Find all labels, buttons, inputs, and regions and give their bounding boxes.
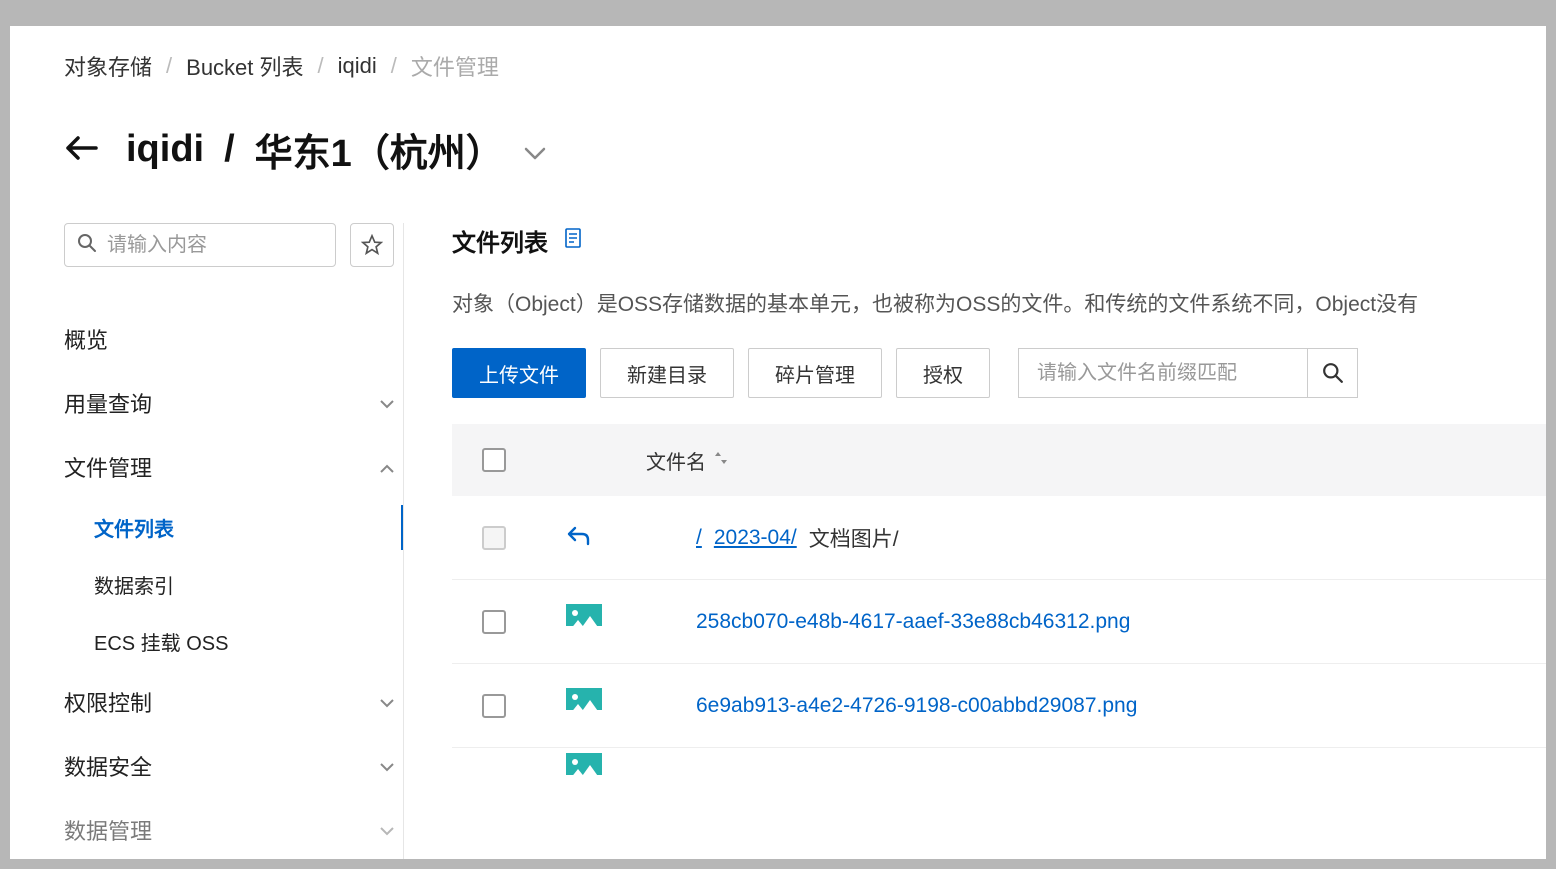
auth-button[interactable]: 授权 bbox=[896, 348, 990, 398]
breadcrumb-item[interactable]: Bucket 列表 bbox=[186, 50, 303, 82]
file-link[interactable]: 258cb070-e48b-4617-aaef-33e88cb46312.png bbox=[696, 610, 1130, 634]
sidebar-item-label: 文件列表 bbox=[94, 513, 174, 542]
breadcrumb-separator: / bbox=[166, 53, 172, 79]
column-filename[interactable]: 文件名 bbox=[646, 446, 728, 475]
page-title-row: iqidi / 华东1（杭州） bbox=[64, 122, 1546, 177]
title-bucket: iqidi bbox=[126, 128, 204, 171]
sidebar: 概览 用量查询 文件管理 文件列表 数据索引 bbox=[64, 223, 404, 859]
chevron-down-icon bbox=[380, 692, 394, 713]
sidebar-item-ecsmount[interactable]: ECS 挂载 OSS bbox=[94, 613, 394, 670]
file-link[interactable]: 6e9ab913-a4e2-4726-9198-c00abbd29087.png bbox=[696, 694, 1137, 718]
row-checkbox[interactable] bbox=[482, 694, 506, 718]
sort-icon bbox=[714, 450, 728, 471]
image-file-icon bbox=[566, 688, 602, 724]
sidebar-item-label: 文件管理 bbox=[64, 451, 152, 483]
table-row bbox=[452, 748, 1546, 788]
select-all-checkbox[interactable] bbox=[482, 448, 506, 472]
favorite-button[interactable] bbox=[350, 223, 394, 267]
chevron-up-icon bbox=[380, 457, 394, 478]
row-checkbox[interactable] bbox=[482, 610, 506, 634]
search-button[interactable] bbox=[1308, 348, 1358, 398]
path-parent-link[interactable]: 2023-04/ bbox=[714, 526, 797, 550]
sidebar-item-label: 数据索引 bbox=[94, 570, 174, 599]
sidebar-item-filemgmt[interactable]: 文件管理 bbox=[64, 435, 394, 499]
breadcrumb: 对象存储 / Bucket 列表 / iqidi / 文件管理 bbox=[64, 50, 1546, 82]
image-file-icon bbox=[566, 753, 602, 788]
chevron-down-icon bbox=[380, 820, 394, 841]
sidebar-item-datamgmt[interactable]: 数据管理 bbox=[64, 798, 394, 859]
breadcrumb-item[interactable]: iqidi bbox=[338, 53, 377, 79]
sidebar-item-datasecurity[interactable]: 数据安全 bbox=[64, 734, 394, 798]
title-sep: / bbox=[224, 128, 235, 171]
sidebar-search[interactable] bbox=[64, 223, 336, 267]
page-title: iqidi / 华东1（杭州） bbox=[126, 122, 546, 177]
sidebar-item-label: 权限控制 bbox=[64, 686, 152, 718]
sidebar-item-label: 用量查询 bbox=[64, 387, 152, 419]
sidebar-search-input[interactable] bbox=[107, 234, 323, 257]
sidebar-item-usage[interactable]: 用量查询 bbox=[64, 371, 394, 435]
breadcrumb-item-current: 文件管理 bbox=[411, 50, 499, 82]
sidebar-item-label: 概览 bbox=[64, 323, 108, 355]
sidebar-item-dataindex[interactable]: 数据索引 bbox=[94, 556, 394, 613]
breadcrumb-separator: / bbox=[318, 53, 324, 79]
main-panel: 文件列表 对象（Object）是OSS存储数据的基本单元，也被称为OSS的文件。… bbox=[404, 223, 1546, 859]
table-row: 258cb070-e48b-4617-aaef-33e88cb46312.png bbox=[452, 580, 1546, 664]
image-file-icon bbox=[566, 604, 602, 640]
chevron-down-icon bbox=[380, 393, 394, 414]
path-root[interactable]: / bbox=[696, 526, 702, 550]
sidebar-item-label: 数据安全 bbox=[64, 750, 152, 782]
description-text: 对象（Object）是OSS存储数据的基本单元，也被称为OSS的文件。和传统的文… bbox=[452, 288, 1546, 318]
sidebar-item-overview[interactable]: 概览 bbox=[64, 307, 394, 371]
table-row: 6e9ab913-a4e2-4726-9198-c00abbd29087.png bbox=[452, 664, 1546, 748]
row-checkbox bbox=[482, 526, 506, 550]
sidebar-item-filelist[interactable]: 文件列表 bbox=[94, 499, 394, 556]
sidebar-item-label: 数据管理 bbox=[64, 814, 152, 846]
table-row-path: / 2023-04/ 文档图片/ bbox=[452, 496, 1546, 580]
chevron-down-icon[interactable] bbox=[524, 128, 546, 171]
search-icon bbox=[77, 233, 97, 258]
table-header: 文件名 bbox=[452, 424, 1546, 496]
sidebar-item-permission[interactable]: 权限控制 bbox=[64, 670, 394, 734]
new-directory-button[interactable]: 新建目录 bbox=[600, 348, 734, 398]
title-region: 华东1（杭州） bbox=[255, 122, 504, 177]
back-arrow-icon[interactable] bbox=[64, 129, 98, 171]
fragment-mgmt-button[interactable]: 碎片管理 bbox=[748, 348, 882, 398]
main-title: 文件列表 bbox=[452, 223, 548, 258]
breadcrumb-item[interactable]: 对象存储 bbox=[64, 50, 152, 82]
upload-button[interactable]: 上传文件 bbox=[452, 348, 586, 398]
toolbar: 上传文件 新建目录 碎片管理 授权 bbox=[452, 348, 1546, 398]
breadcrumb-separator: / bbox=[391, 53, 397, 79]
chevron-down-icon bbox=[380, 756, 394, 777]
document-icon[interactable] bbox=[564, 228, 582, 253]
path-breadcrumb: / 2023-04/ 文档图片/ bbox=[696, 523, 899, 553]
column-label: 文件名 bbox=[646, 446, 706, 475]
back-up-icon[interactable] bbox=[566, 522, 590, 553]
path-current: 文档图片/ bbox=[809, 523, 899, 553]
prefix-search-input[interactable] bbox=[1018, 348, 1308, 398]
sidebar-item-label: ECS 挂载 OSS bbox=[94, 627, 228, 656]
